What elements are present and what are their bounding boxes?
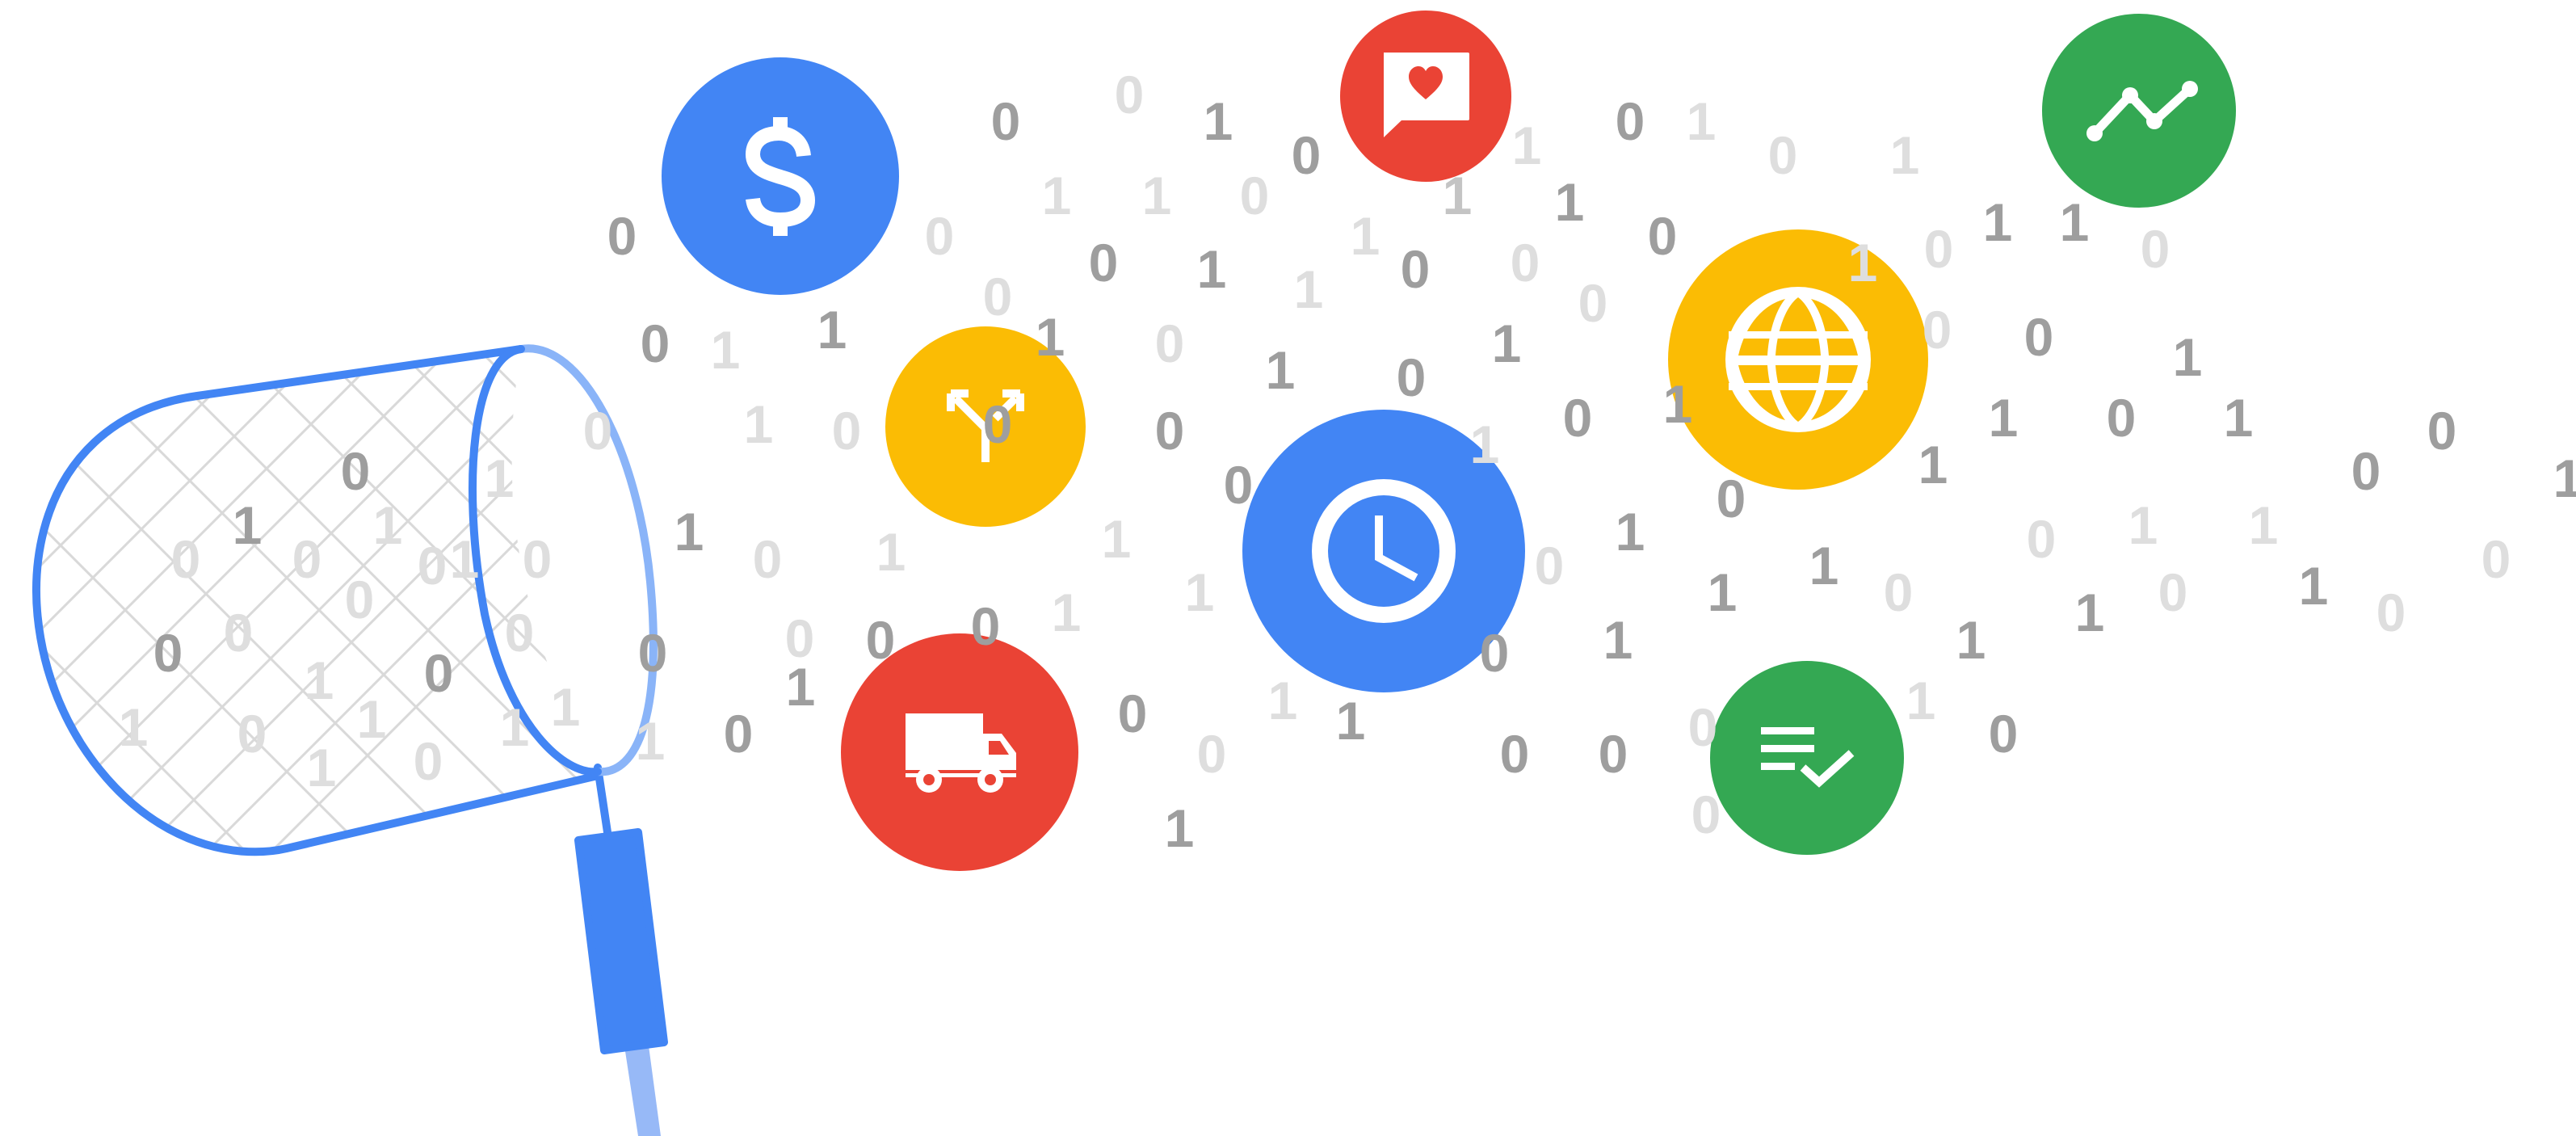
dollar-icon bbox=[745, 117, 816, 236]
data-catching-illustration bbox=[32, 11, 2236, 1136]
net-rim-back bbox=[517, 344, 658, 776]
dollar-badge bbox=[662, 57, 899, 295]
delivery-truck-badge bbox=[841, 633, 1078, 871]
chat-heart-badge bbox=[1340, 11, 1511, 182]
butterfly-net-icon bbox=[32, 344, 668, 1136]
split-arrows-badge bbox=[885, 326, 1086, 527]
net-rim-front bbox=[469, 345, 602, 776]
clock-icon bbox=[1312, 479, 1456, 623]
globe-icon bbox=[1725, 287, 1871, 432]
clock-badge bbox=[1242, 410, 1525, 692]
net-bag-outline bbox=[32, 345, 602, 856]
trend-line-badge bbox=[2042, 14, 2236, 208]
globe-badge bbox=[1668, 229, 1928, 490]
net-handle-grip bbox=[574, 828, 668, 1054]
checklist-badge bbox=[1710, 661, 1904, 855]
